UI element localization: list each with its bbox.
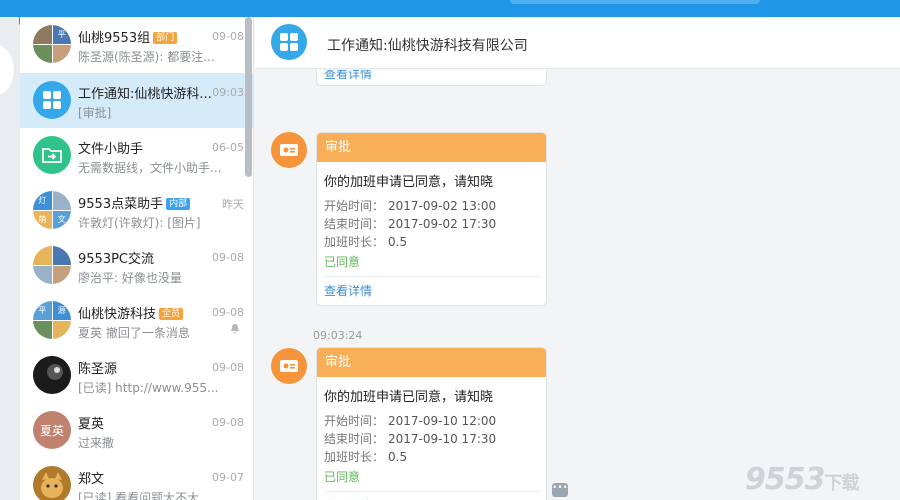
approval-status: 已同意	[324, 467, 539, 492]
message-timestamp: 09:03:24	[313, 329, 363, 342]
end-time-row: 结束时间： 2017-09-10 17:30	[324, 432, 497, 446]
conversation-item[interactable]: 平 仙桃9553组 部门 09-08 陈圣源(陈圣源): 都要注...	[20, 17, 253, 72]
conversation-name: 工作通知:仙桃快游科...	[78, 87, 212, 102]
conversation-preview: 廖治平: 好像也没量	[78, 271, 182, 285]
approval-card: 审批 你的加班申请已同意，请知晓 开始时间： 2017-09-10 12:00 结…	[316, 347, 547, 500]
card-title: 你的加班申请已同意，请知晓	[324, 175, 494, 190]
conversation-preview: 无需数据线，文件小助手...	[78, 161, 222, 175]
app-grid-icon	[271, 24, 307, 60]
conversation-preview: [已读] 看看问题大不大	[78, 491, 200, 500]
conversation-name: 9553PC交流	[78, 252, 155, 267]
conversation-item[interactable]: 夏英 夏英 09-08 过来撒	[20, 403, 253, 458]
all-staff-badge: 全员	[159, 308, 184, 320]
department-badge: 部门	[153, 32, 178, 44]
conversation-time: 09-08	[212, 416, 244, 429]
conversation-name: 仙桃9553组 部门	[78, 27, 218, 46]
card-header: 审批	[317, 348, 546, 377]
conversation-item[interactable]: 陈圣源 09-08 [已读] http://www.955...	[20, 348, 253, 403]
conversation-name: 陈圣源	[78, 362, 118, 377]
conversation-item[interactable]: 郑文 09-07 [已读] 看看问题大不大	[20, 458, 253, 500]
user-avatar	[33, 356, 71, 394]
top-bar	[0, 0, 900, 17]
view-details-link[interactable]: 查看详情	[324, 277, 539, 305]
nav-bubble[interactable]	[0, 45, 14, 95]
search-box[interactable]	[510, 0, 760, 4]
conversation-time: 09-08	[212, 361, 244, 374]
conversation-item[interactable]: 工作通知:仙桃快游科... 09:03 [审批]	[20, 73, 253, 128]
conversation-time: 09:03	[212, 86, 244, 99]
conversation-time: 09-08	[212, 306, 244, 319]
conversation-item[interactable]: 文件小助手 06-05 无需数据线，文件小助手...	[20, 128, 253, 183]
chat-header: 工作通知:仙桃快游科技有限公司	[255, 17, 900, 69]
start-time-row: 开始时间： 2017-09-10 12:00	[324, 414, 497, 428]
internal-badge: 内部	[166, 198, 191, 210]
conversation-time: 昨天	[222, 198, 244, 211]
conversation-preview: 夏英 撤回了一条消息	[78, 326, 190, 340]
approval-status: 已同意	[324, 252, 539, 277]
view-details-link[interactable]: 查看详情	[324, 70, 372, 83]
conversation-name: 仙桃快游科技 全员	[78, 303, 218, 322]
conversation-time: 09-07	[212, 471, 244, 484]
conversation-scrollbar[interactable]	[245, 17, 252, 177]
group-avatar	[33, 246, 71, 284]
view-details-link[interactable]: 查看详情	[324, 492, 539, 500]
site-watermark: 9553下载	[745, 462, 860, 497]
conversation-preview: 陈圣源(陈圣源): 都要注...	[78, 50, 215, 64]
approval-card: 审批 你的加班申请已同意，请知晓 开始时间： 2017-09-02 13:00 结…	[316, 132, 547, 306]
app-grid-icon	[33, 81, 71, 119]
start-time-row: 开始时间： 2017-09-02 13:00	[324, 199, 497, 213]
group-avatar: 灯 萌 文	[33, 191, 71, 229]
card-title: 你的加班申请已同意，请知晓	[324, 390, 494, 405]
work-notice-avatar	[33, 81, 71, 119]
approval-card-partial: 查看详情	[316, 70, 547, 86]
conversation-item[interactable]: 9553PC交流 09-08 廖治平: 好像也没量	[20, 238, 253, 293]
conversation-list: 平 仙桃9553组 部门 09-08 陈圣源(陈圣源): 都要注... 工作通知:…	[20, 17, 254, 500]
message-area: 查看详情 审批 你的加班申请已同意，请知晓 开始时间： 2017-09-02 13…	[255, 70, 900, 500]
conversation-preview: 过来撒	[78, 436, 115, 450]
conversation-name: 郑文	[78, 472, 105, 487]
conversation-time: 06-05	[212, 141, 244, 154]
duration-row: 加班时长： 0.5	[324, 450, 408, 464]
chat-title: 工作通知:仙桃快游科技有限公司	[327, 38, 528, 54]
more-options-icon[interactable]: •••	[552, 483, 568, 497]
conversation-time: 09-08	[212, 251, 244, 264]
card-header: 审批	[317, 133, 546, 162]
conversation-preview: [审批]	[78, 106, 112, 120]
folder-arrow-icon	[33, 136, 71, 174]
conversation-item[interactable]: 灯 萌 文 9553点菜助手 内部 昨天 许敦灯(许敦灯): [图片]	[20, 183, 253, 238]
end-time-row: 结束时间： 2017-09-02 17:30	[324, 217, 497, 231]
conversation-preview: [已读] http://www.955...	[78, 381, 219, 395]
conversation-name: 夏英	[78, 417, 105, 432]
mute-icon	[230, 323, 240, 337]
conversation-time: 09-08	[212, 30, 244, 43]
left-nav-strip	[0, 17, 27, 500]
file-helper-avatar	[33, 136, 71, 174]
user-avatar: 夏英	[33, 411, 71, 449]
group-avatar: 平 源	[33, 301, 71, 339]
conversation-item[interactable]: 平 源 仙桃快游科技 全员 09-08 夏英 撤回了一条消息	[20, 293, 253, 348]
user-avatar	[33, 466, 71, 500]
approval-app-icon	[271, 132, 307, 168]
conversation-preview: 许敦灯(许敦灯): [图片]	[78, 216, 201, 230]
conversation-name: 9553点菜助手 内部	[78, 193, 218, 212]
conversation-name: 文件小助手	[78, 142, 144, 157]
approval-app-icon	[271, 348, 307, 384]
group-avatar: 平	[33, 25, 71, 63]
duration-row: 加班时长： 0.5	[324, 235, 408, 249]
